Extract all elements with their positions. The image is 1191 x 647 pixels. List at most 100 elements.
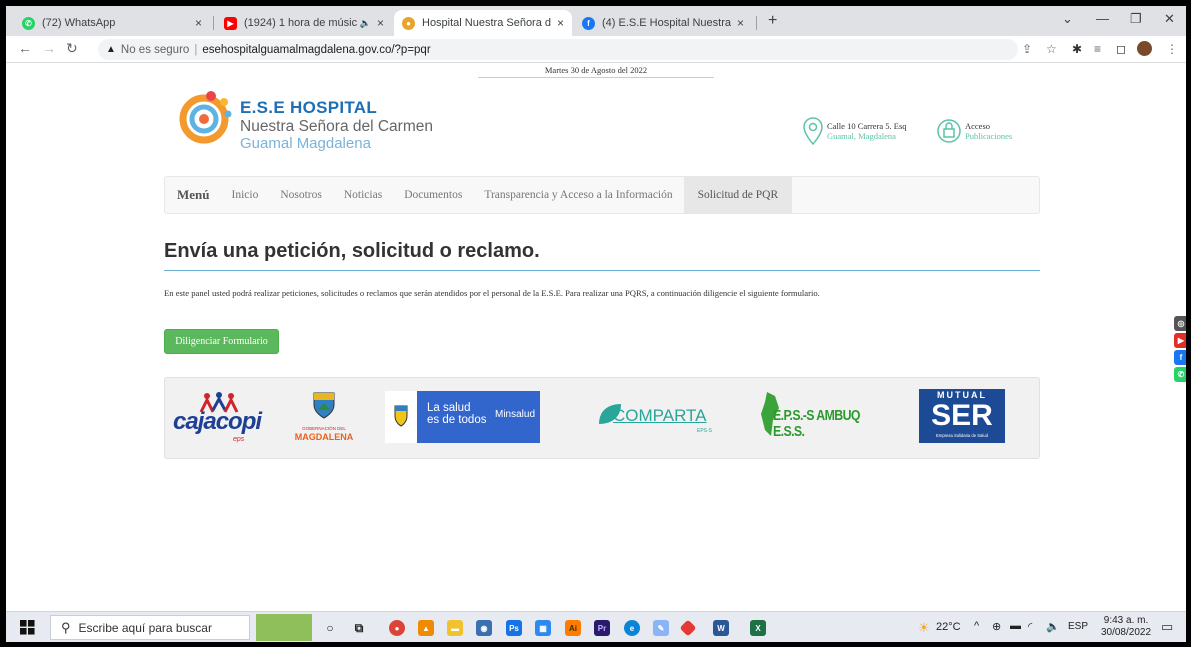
fill-form-button[interactable]: Diligenciar Formulario — [164, 329, 279, 354]
instagram-icon[interactable]: ◎ — [1174, 316, 1186, 331]
search-placeholder: Escribe aquí para buscar — [78, 620, 212, 635]
anydesk-icon[interactable] — [679, 619, 697, 637]
tab-hospital[interactable]: ● Hospital Nuestra Señora del Carm × — [394, 10, 572, 36]
speaker-icon[interactable]: 🔈 — [360, 18, 371, 29]
reading-list-icon[interactable]: ≡ — [1094, 42, 1101, 56]
nav-item-solicitud-pqr[interactable]: Solicitud de PQR — [683, 177, 793, 213]
notifications-icon[interactable]: ▭ — [1161, 619, 1173, 635]
whatsapp-social-icon[interactable]: ✆ — [1174, 367, 1186, 382]
premiere-icon[interactable]: Pr — [594, 620, 610, 636]
tab-title: (1924) 1 hora de música con — [244, 17, 357, 29]
partner-comparta[interactable]: COMPARTA EPS-S — [597, 402, 725, 442]
partner-cajacopi[interactable]: cajacopi eps — [173, 392, 265, 444]
file-explorer-icon[interactable]: ▬ — [447, 620, 463, 636]
nav-item-documentos[interactable]: Documentos — [393, 177, 473, 213]
network-icon[interactable]: ⊕ — [992, 620, 1001, 633]
cortana-icon[interactable]: ○ — [322, 620, 338, 636]
vlc-icon[interactable]: ▲ — [418, 620, 434, 636]
close-icon[interactable]: × — [377, 16, 384, 30]
access-label: Acceso — [965, 121, 991, 131]
word-icon[interactable]: W — [713, 620, 729, 636]
youtube-social-icon[interactable]: ▶ — [1174, 333, 1186, 348]
nav-item-nosotros[interactable]: Nosotros — [269, 177, 333, 213]
store-icon[interactable]: ▦ — [535, 620, 551, 636]
partner-minsalud[interactable]: La salud es de todos Minsalud — [385, 391, 540, 443]
publications-label: Publicaciones — [965, 131, 1013, 141]
tab-youtube[interactable]: ▶ (1924) 1 hora de música con 🔈 × — [216, 10, 392, 36]
address-info[interactable]: Calle 10 Carrera 5. Esq Guamal, Magdalen… — [802, 116, 907, 146]
menu-dots-icon[interactable]: ⋮ — [1166, 42, 1178, 56]
reload-icon[interactable]: ↻ — [66, 40, 78, 57]
app-icon[interactable]: ◉ — [476, 620, 492, 636]
share-icon[interactable]: ⇪ — [1022, 42, 1032, 56]
close-icon[interactable]: × — [737, 16, 744, 30]
nav-item-inicio[interactable]: Inicio — [221, 177, 270, 213]
site-logo[interactable]: E.S.E HOSPITAL Nuestra Señora del Carmen… — [178, 84, 478, 154]
partner-mutualser[interactable]: MUTUAL SER Empresa Solidaria de Salud — [919, 389, 1005, 443]
whatsapp-icon: ✆ — [22, 16, 35, 30]
edge-icon[interactable]: e — [624, 620, 640, 636]
side-panel-icon[interactable]: ◻ — [1116, 42, 1126, 56]
news-widget-icon[interactable] — [256, 614, 312, 641]
minsalud-slogan-1: La salud — [427, 402, 471, 414]
windows-start-icon[interactable] — [20, 620, 35, 635]
coat-of-arms-icon — [313, 392, 335, 419]
tab-title: Hospital Nuestra Señora del Carm — [422, 17, 551, 29]
back-icon[interactable]: ← — [18, 40, 32, 56]
nav-item-transparencia[interactable]: Transparencia y Acceso a la Información — [473, 177, 683, 213]
illustrator-icon[interactable]: Ai — [565, 620, 581, 636]
minimize-icon[interactable]: — — [1096, 11, 1109, 26]
paint-icon[interactable]: ✎ — [653, 620, 669, 636]
close-icon[interactable]: × — [557, 16, 564, 30]
task-view-icon[interactable]: ⧉ — [351, 620, 367, 636]
volume-icon[interactable]: 🔈 — [1046, 620, 1060, 633]
new-tab-button[interactable]: + — [768, 12, 777, 30]
chevron-up-icon[interactable]: ^ — [974, 620, 979, 632]
close-window-icon[interactable]: ✕ — [1164, 11, 1175, 27]
weather-icon[interactable]: ☀ — [918, 620, 930, 636]
tab-facebook[interactable]: f (4) E.S.E Hospital Nuestra Señora × — [574, 10, 752, 36]
facebook-icon: f — [582, 16, 595, 30]
tab-title: (72) WhatsApp — [42, 17, 116, 29]
warning-icon[interactable]: ▲ — [106, 44, 116, 55]
extensions-icon[interactable]: ✱ — [1072, 42, 1082, 56]
wifi-icon[interactable]: ◜ — [1028, 620, 1032, 633]
taskbar-search[interactable]: ⚲ Escribe aquí para buscar — [50, 615, 250, 640]
tab-strip: ✆ (72) WhatsApp × ▶ (1924) 1 hora de mús… — [6, 6, 1186, 36]
cajacopi-sub: eps — [233, 436, 245, 443]
page-title: Envía una petición, solicitud o reclamo. — [164, 240, 540, 262]
close-icon[interactable]: × — [195, 16, 202, 30]
clock-time: 9:43 a. m. — [1103, 615, 1149, 626]
security-status[interactable]: No es seguro — [121, 44, 189, 56]
minsalud-slogan-2: es de todos — [427, 414, 487, 426]
bookmark-star-icon[interactable]: ☆ — [1046, 42, 1057, 56]
minsalud-brand: Minsalud — [495, 409, 536, 420]
weather-temp[interactable]: 22°C — [936, 621, 961, 633]
chrome-icon[interactable]: ● — [389, 620, 405, 636]
location-pin-icon — [803, 117, 823, 146]
clock[interactable]: 9:43 a. m. 30/08/2022 — [1100, 615, 1152, 639]
main-navbar: Menú Inicio Nosotros Noticias Documentos… — [164, 176, 1040, 214]
url-text[interactable]: esehospitalguamalmagdalena.gov.co/?p=pqr — [202, 44, 430, 56]
menu-brand[interactable]: Menú — [165, 187, 221, 203]
access-publications[interactable]: Acceso Publicaciones — [936, 118, 1012, 144]
profile-avatar[interactable] — [1137, 41, 1152, 56]
address-bar[interactable]: ▲ No es seguro | esehospitalguamalmagdal… — [98, 39, 1018, 60]
restore-icon[interactable]: ❐ — [1130, 11, 1142, 27]
tab-whatsapp[interactable]: ✆ (72) WhatsApp × — [14, 10, 210, 36]
mutualser-sub: Empresa Solidaria de Salud — [936, 433, 988, 438]
ambuq-name: E.P.S.-S AMBUQ E.S.S. — [773, 408, 860, 440]
tab-search-icon[interactable]: ⌄ — [1062, 11, 1073, 27]
youtube-icon: ▶ — [224, 16, 237, 30]
language-indicator[interactable]: ESP — [1068, 621, 1088, 632]
excel-icon[interactable]: X — [750, 620, 766, 636]
photoshop-icon[interactable]: Ps — [506, 620, 522, 636]
partner-ambuq[interactable]: E.P.S.-S AMBUQ E.S.S. — [759, 390, 889, 445]
facebook-social-icon[interactable]: f — [1174, 350, 1186, 365]
lock-icon — [937, 119, 961, 143]
battery-icon[interactable]: ▬ — [1010, 620, 1021, 632]
address-line: Calle 10 Carrera 5. Esq — [827, 121, 907, 131]
forward-icon[interactable]: → — [42, 40, 56, 56]
partner-gobernacion[interactable]: GOBERNACIÓN DEL MAGDALENA — [289, 390, 359, 450]
nav-item-noticias[interactable]: Noticias — [333, 177, 393, 213]
